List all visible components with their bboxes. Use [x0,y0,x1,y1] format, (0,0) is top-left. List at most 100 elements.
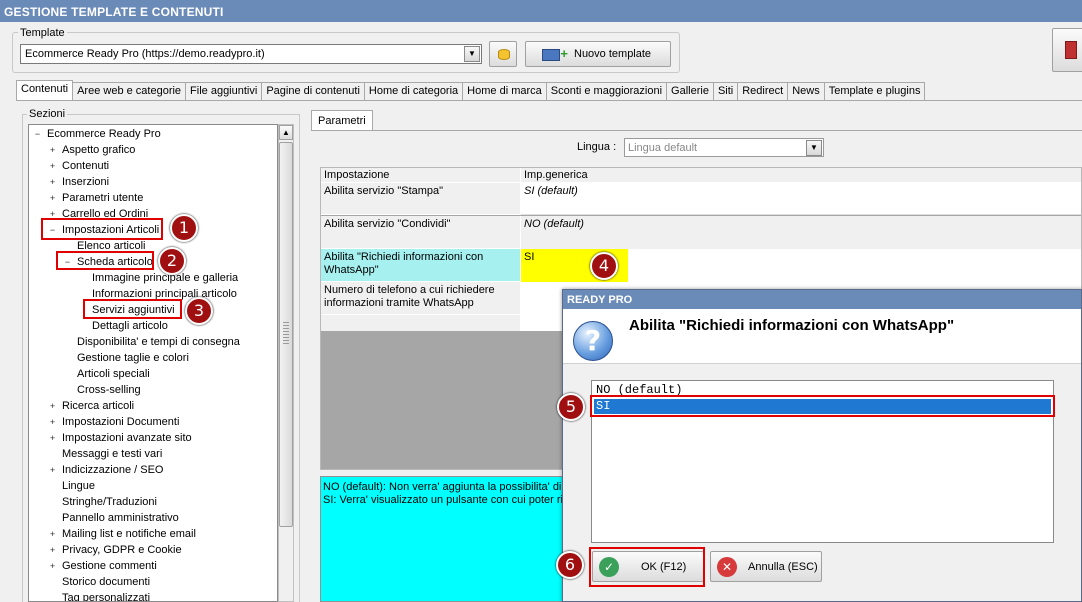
expand-icon[interactable]: + [48,466,57,475]
tab-home-di-categoria[interactable]: Home di categoria [363,82,464,100]
tree-item[interactable]: + Ricerca articoli [29,398,277,414]
expand-icon[interactable]: + [48,402,57,411]
template-select-value: Ecommerce Ready Pro (https://demo.readyp… [25,48,265,60]
tree-item-label: Cross-selling [77,384,141,396]
grid-row-empty [321,315,521,331]
tree-item[interactable]: Dettagli articolo [29,318,277,334]
dialog-question: Abilita "Richiedi informazioni con Whats… [629,317,955,334]
tab-file-aggiuntivi[interactable]: File aggiuntivi [185,82,263,100]
tree-item[interactable]: Articoli speciali [29,366,277,382]
tree-item[interactable]: + Contenuti [29,158,277,174]
lingua-select[interactable]: Lingua default ▼ [624,138,824,157]
expand-icon[interactable]: + [48,530,57,539]
tab-gallerie[interactable]: Gallerie [666,82,714,100]
lingua-select-value: Lingua default [628,142,698,154]
tree-item-label: Inserzioni [62,176,110,188]
grid-row-name[interactable]: Numero di telefono a cui richiedere info… [321,282,521,315]
grid-row-name[interactable]: Abilita servizio "Condividi" [321,216,521,249]
tree-item-label: Messaggi e testi vari [62,448,163,460]
tab-aree-web-e-categorie[interactable]: Aree web e categorie [72,82,187,100]
tree-item-label: Impostazioni Documenti [62,416,180,428]
tree-item[interactable]: Messaggi e testi vari [29,446,277,462]
tree-item-label: Parametri utente [62,192,144,204]
tree-item-label: Storico documenti [62,576,151,588]
grid-row-value[interactable]: NO (default) [521,216,1081,249]
exit-button[interactable] [1052,28,1082,72]
callout-badge-4: 4 [590,252,618,280]
tab-template-e-plugins[interactable]: Template e plugins [823,82,926,100]
tree-item-label: Lingue [62,480,96,492]
tree-item[interactable]: Gestione taglie e colori [29,350,277,366]
tree-item[interactable]: Immagine principale e galleria [29,270,277,286]
tree-item[interactable]: Storico documenti [29,574,277,590]
database-icon [498,49,510,60]
expand-icon[interactable]: + [48,146,57,155]
chevron-down-icon[interactable]: ▼ [806,140,822,156]
window-title: GESTIONE TEMPLATE E CONTENUTI [0,0,1082,22]
tree-item[interactable]: Lingue [29,478,277,494]
tree-item[interactable]: + Privacy, GDPR e Cookie [29,542,277,558]
tab-sconti-e-maggiorazioni[interactable]: Sconti e maggiorazioni [545,82,668,100]
scroll-up-icon[interactable]: ▲ [279,125,293,140]
expand-icon[interactable]: + [48,562,57,571]
callout-badge-2: 2 [158,247,186,275]
database-button[interactable] [489,41,517,67]
chevron-down-icon[interactable]: ▼ [464,46,480,62]
tab-home-di-marca[interactable]: Home di marca [462,82,547,100]
template-label: Template [18,27,67,39]
callout-badge-6: 6 [556,551,584,579]
cancel-button[interactable]: ✕ Annulla (ESC) [710,551,822,582]
expand-icon[interactable]: + [48,162,57,171]
tree-item-label: Ricerca articoli [62,400,135,412]
tree-item[interactable]: Stringhe/Traduzioni [29,494,277,510]
tab-siti[interactable]: Siti [712,82,739,100]
template-select[interactable]: Ecommerce Ready Pro (https://demo.readyp… [20,44,482,64]
exit-icon [1065,41,1077,59]
tree-item[interactable]: + Indicizzazione / SEO [29,462,277,478]
callout-box-1 [41,218,163,240]
tree-item[interactable]: Tag personalizzati [29,590,277,601]
expand-icon[interactable]: + [48,434,57,443]
tree-item-label: Indicizzazione / SEO [62,464,164,476]
tab-parametri[interactable]: Parametri [311,110,373,130]
collapse-icon[interactable]: − [33,130,42,139]
tree-item[interactable]: − Ecommerce Ready Pro [29,126,277,142]
tree-item[interactable]: + Aspetto grafico [29,142,277,158]
grid-row-value[interactable]: SI (default) [521,183,1081,215]
new-template-label: Nuovo template [574,48,652,60]
tree-item[interactable]: + Parametri utente [29,190,277,206]
tab-contenuti[interactable]: Contenuti [16,80,74,100]
callout-badge-3: 3 [185,297,213,325]
tree-item[interactable]: Disponibilita' e tempi di consegna [29,334,277,350]
tab-news[interactable]: News [787,82,825,100]
tree-item[interactable]: Cross-selling [29,382,277,398]
tree-item[interactable]: + Impostazioni Documenti [29,414,277,430]
lingua-label: Lingua : [577,141,617,153]
tree-item[interactable]: + Impostazioni avanzate sito [29,430,277,446]
new-template-button[interactable]: Nuovo template [525,41,671,67]
splitter-grip-icon[interactable] [283,322,289,344]
grid-row-name-selected[interactable]: Abilita "Richiedi informazioni con Whats… [321,249,521,282]
expand-icon[interactable]: + [48,418,57,427]
tab-redirect[interactable]: Redirect [737,82,789,100]
expand-icon[interactable]: + [48,546,57,555]
tree-item[interactable]: + Gestione commenti [29,558,277,574]
expand-icon[interactable]: + [48,194,57,203]
callout-badge-5: 5 [557,393,585,421]
grid-row-name[interactable]: Abilita servizio "Stampa" [321,183,521,215]
add-template-icon [542,46,568,61]
callout-badge-1: 1 [170,214,198,242]
params-divider [311,130,1082,131]
close-icon: ✕ [717,557,737,577]
tree-item[interactable]: + Inserzioni [29,174,277,190]
tab-pagine-di-contenuti[interactable]: Pagine di contenuti [261,82,365,100]
dialog-title: READY PRO [563,290,1081,309]
expand-icon[interactable]: + [48,178,57,187]
tree-item-label: Privacy, GDPR e Cookie [62,544,182,556]
grid-header-setting: Impostazione [321,168,521,183]
tree-item-label: Ecommerce Ready Pro [47,128,161,140]
tree-item-label: Aspetto grafico [62,144,136,156]
sections-tree[interactable]: − Ecommerce Ready Pro + Aspetto grafico + Con… [28,124,278,602]
tree-item[interactable]: + Mailing list e notifiche email [29,526,277,542]
tree-item[interactable]: Pannello amministrativo [29,510,277,526]
